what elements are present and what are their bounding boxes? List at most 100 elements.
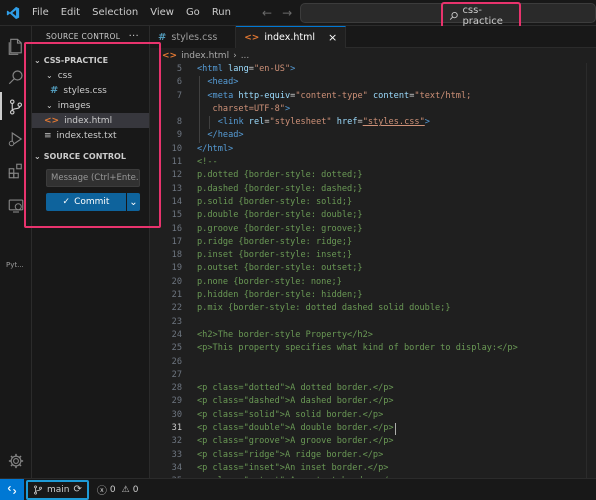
code-line: 33 <p class="ridge">A ridge border.</p> [150,449,596,462]
scm-section-title: SOURCE CONTROL [43,151,126,161]
forward-arrow-icon[interactable]: → [282,6,292,20]
tree-item-index-html[interactable]: <> index.html [32,113,149,128]
line-number: 29 [171,396,182,407]
code-text: p.dashed {border-style: dashed;} [197,183,363,196]
code-line: 18 p.inset {border-style: inset;} [150,249,596,262]
code-token: <p class="dashed">A dashed border.</p> [197,396,394,407]
menu-item-run[interactable]: Run [206,0,237,26]
title-bar: File Edit Selection View Go Run ← → css-pract… [0,0,596,29]
text-file-icon: ≡ [44,130,52,141]
search-icon[interactable] [0,62,32,92]
code-text: </html> [197,143,233,156]
chevron-down-icon: ⌄ [46,101,53,110]
indent-guide [199,129,200,143]
code-line: 24 <h2>The border-style Property</h2> [150,329,596,342]
remote-explorer-icon[interactable] [0,191,32,221]
commit-dropdown-chevron-icon[interactable]: ⌄ [127,193,140,211]
editor-scrollbar[interactable] [586,63,596,478]
ellipsis-icon[interactable]: ··· [129,31,139,42]
html-file-icon: <> [44,115,60,126]
back-arrow-icon[interactable]: ← [262,6,272,20]
explorer-icon[interactable] [0,31,32,61]
line-number: 28 [171,383,182,394]
code-token: </html> [197,143,234,154]
remote-indicator-icon[interactable] [0,478,24,500]
menu-item-file[interactable]: File [26,0,55,26]
tree-item-index-test-txt[interactable]: ≡ index.test.txt [32,128,149,143]
code-token: charset=UTF-8" [207,103,285,114]
sidebar: SOURCE CONTROL ··· ⌄ CSS-PRACTICE ⌄ css # s… [32,26,150,478]
menu-item-go[interactable]: Go [180,0,206,26]
line-number: 30 [171,409,182,420]
line-number: 6 [176,77,182,88]
code-line: 11 <!-- [150,156,596,169]
tree-item-images[interactable]: ⌄ images [32,98,149,113]
warning-icon: ⚠ [121,484,130,495]
vscode-logo-icon [0,0,26,26]
code-line: 29 <p class="dashed">A dashed border.</p> [150,395,596,408]
code-token: p.solid {border-style: solid;} [197,196,353,207]
breadcrumb-file[interactable]: index.html [181,51,229,61]
commit-button[interactable]: ✓ Commit [46,193,126,211]
problems-status[interactable]: ⓧ 0 ⚠ 0 [97,482,139,498]
close-icon[interactable]: × [328,31,337,44]
line-number: 15 [171,210,182,221]
navigation-arrows: ← → [262,0,292,26]
tree-item-css[interactable]: ⌄ css [32,68,149,83]
code-token: > [424,117,430,128]
code-token: "styles.css" [362,117,425,128]
code-text: p.inset {border-style: inset;} [197,249,352,262]
tab-styles-css[interactable]: # styles.css [150,26,237,48]
python-view-label[interactable]: Pyt... [6,261,24,269]
code-token: p.mix {border-style: dotted dashed solid… [197,303,451,314]
run-debug-icon[interactable] [0,124,32,154]
code-line: 15 p.double {border-style: double;} [150,209,596,222]
search-highlight[interactable]: css-practice [441,2,521,29]
line-number: 13 [171,183,182,194]
code-token: rel [248,117,265,128]
code-line: 31 <p class="double">A double border.</p> [150,422,596,436]
code-text: <p class="dotted">A dotted border.</p> [197,382,394,395]
menu-item-edit[interactable]: Edit [55,0,86,26]
sidebar-header: SOURCE CONTROL ··· [32,26,149,46]
line-number: 19 [171,263,182,274]
code-token: lang [228,64,249,74]
code-editor[interactable]: 5 <html lang="en-US"> 6 <head> 7 <meta http-e… [150,63,596,478]
branch-status[interactable]: main ⟳ [26,479,89,500]
menu-item-selection[interactable]: Selection [86,0,144,26]
chevron-down-icon: ⌄ [46,71,53,80]
breadcrumb-more[interactable]: ... [241,51,250,61]
code-text: charset=UTF-8"> [207,103,291,116]
menu-bar: File Edit Selection View Go Run [26,0,237,26]
code-line: 10 </html> [150,143,596,156]
tab-index-html[interactable]: <> index.html × [236,26,347,48]
line-number: 12 [171,170,182,181]
menu-item-view[interactable]: View [144,0,180,26]
code-line: 13 p.dashed {border-style: dashed;} [150,183,596,196]
commit-message-input[interactable]: Message (Ctrl+Ente... [46,169,140,187]
extensions-icon[interactable] [0,156,32,186]
tree-item-label: index.test.txt [56,130,117,141]
code-line: charset=UTF-8"> [150,102,596,117]
tree-item-styles-css[interactable]: # styles.css [32,83,149,98]
css-file-icon: # [50,85,59,96]
branch-name: main [47,484,70,495]
scm-section-header[interactable]: ⌄ SOURCE CONTROL [32,148,149,164]
code-line: 22 p.mix {border-style: dotted dashed sol… [150,302,596,315]
code-token: "stylesheet" [269,117,332,128]
line-number: 14 [171,196,182,207]
code-token: http-equiv [238,90,291,101]
code-line: 9 </head> [150,129,596,143]
explorer-section-header[interactable]: ⌄ CSS-PRACTICE [32,52,149,68]
line-number: 33 [171,449,182,460]
settings-gear-icon[interactable] [0,446,32,476]
code-token: <html [197,64,229,74]
line-number: 7 [176,90,182,101]
code-line: 16 p.groove {border-style: groove;} [150,223,596,236]
search-text: css-practice [462,4,503,27]
line-number: 26 [171,356,182,367]
source-control-icon[interactable] [0,92,32,122]
code-text: </head> [207,129,243,142]
line-number: 8 [176,117,182,128]
code-token: href [336,117,358,128]
